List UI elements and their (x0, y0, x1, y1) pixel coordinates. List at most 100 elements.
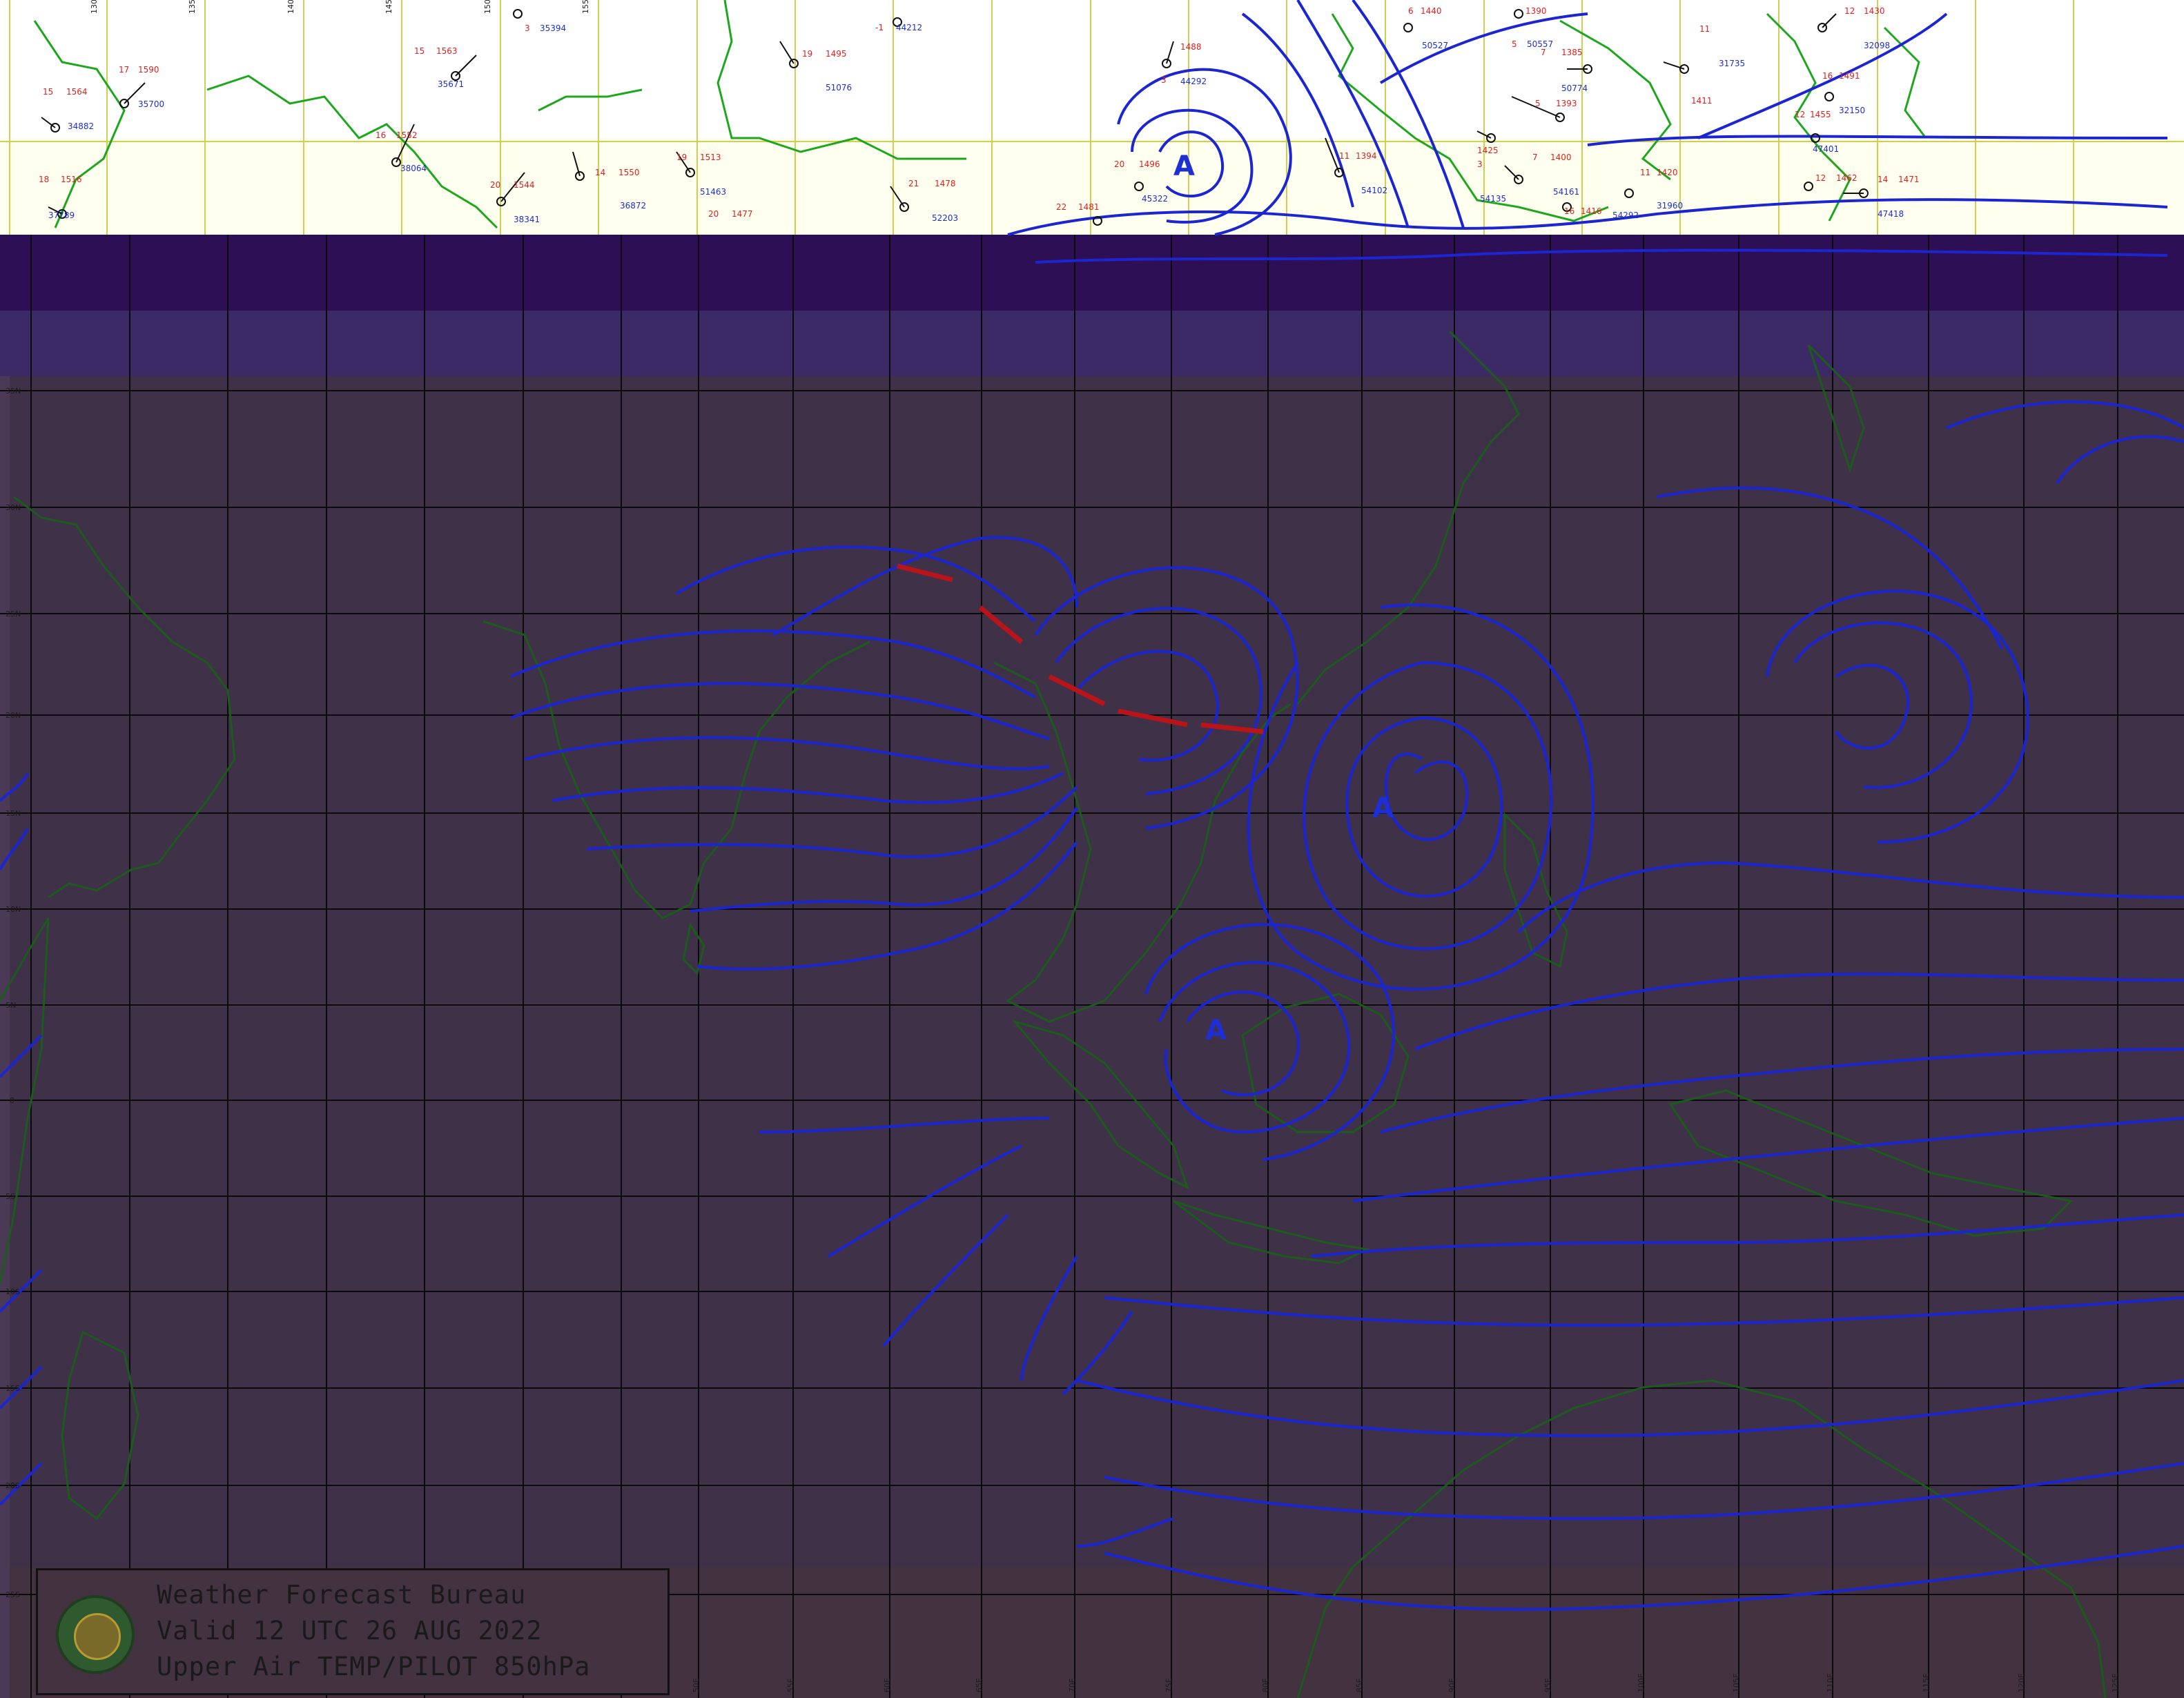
station-temp: 16 (1564, 206, 1574, 216)
station-temp: 20 (490, 180, 500, 190)
streamline (552, 772, 1064, 804)
streamline (524, 736, 1050, 770)
station-height: 1477 (732, 209, 753, 219)
station-temp: 6 (1408, 6, 1414, 16)
station-temp: 20 (708, 209, 719, 219)
lon-label: 155E (581, 0, 590, 14)
lat-label: 10N (6, 905, 21, 914)
station-id: 34882 (68, 121, 94, 131)
station-temp: 22 (1056, 202, 1066, 212)
station-id: 31960 (1657, 201, 1683, 211)
lat-label: 5S (6, 1192, 15, 1201)
streamline (1062, 1310, 1133, 1396)
station-height: 1385 (1561, 48, 1583, 57)
station-height: 1563 (436, 46, 458, 56)
lon-label: 120E (2017, 1673, 2026, 1692)
lat-label: 25S (6, 1590, 20, 1599)
station-id: 36872 (620, 201, 646, 211)
station-id: 51463 (700, 187, 726, 197)
streamline (1076, 1517, 1174, 1548)
streamline (1020, 1255, 1078, 1381)
streamline (1380, 1048, 2184, 1133)
streamline (759, 1117, 1050, 1133)
anticyclone-label: A (1205, 1015, 1227, 1046)
lat-label: 15S (6, 1384, 20, 1393)
streamline (827, 1144, 1022, 1258)
station-temp: 11 (1640, 168, 1650, 177)
station-id: 47401 (1813, 144, 1839, 154)
lon-label: 145E (384, 0, 393, 14)
lon-label: 80E (1261, 1678, 1270, 1692)
band-mid (0, 311, 2184, 376)
station-height: 1400 (1550, 153, 1572, 162)
station-id: 50527 (1422, 41, 1448, 50)
streamline (882, 1213, 1009, 1347)
station-height: 1455 (1810, 110, 1831, 119)
station-id: 54102 (1361, 186, 1387, 195)
streamline (1075, 650, 1219, 762)
station-temp: 11 (1699, 24, 1710, 34)
station-height: 1590 (138, 65, 159, 75)
station-id: 54292 (1612, 211, 1639, 220)
station-id: 47418 (1878, 209, 1904, 219)
lat-label: 35N (6, 387, 21, 396)
station-temp: 16 (376, 130, 386, 140)
streamline (1345, 716, 1503, 898)
station-temp: 3 (1477, 159, 1483, 169)
lon-label: 135E (188, 0, 197, 14)
legend-valid-time: Valid 12 UTC 26 AUG 2022 (157, 1616, 543, 1646)
station-id: 35394 (540, 23, 566, 33)
lon-label: 55E (786, 1678, 795, 1692)
band-dark (0, 235, 2184, 311)
station-temp: 21 (908, 179, 919, 188)
lat-label: 20N (6, 711, 21, 720)
station-id: 38341 (514, 215, 540, 224)
station-id: 50774 (1561, 84, 1588, 93)
lon-label: 65E (975, 1678, 984, 1692)
streamline (586, 785, 1078, 859)
streamline (1055, 607, 1262, 795)
legend-product: Upper Air TEMP/PILOT 850hPa (157, 1652, 591, 1681)
station-height: 1488 (1180, 42, 1202, 52)
station-height: 1393 (1556, 99, 1577, 108)
station-id: 44292 (1180, 77, 1207, 86)
coastline-philippines (1503, 812, 1568, 968)
station-temp: 17 (119, 65, 129, 75)
station-height: 1552 (396, 130, 418, 140)
legend-box: Weather Forecast Bureau Valid 12 UTC 26 … (36, 1568, 670, 1695)
streamline (2056, 435, 2184, 485)
streamline (1656, 486, 2003, 650)
lat-label: 20S (6, 1481, 20, 1490)
streamline (1186, 990, 1300, 1097)
station-height: 1491 (1839, 71, 1860, 81)
legend-title: Weather Forecast Bureau (157, 1580, 527, 1610)
streamline (1158, 961, 1351, 1134)
streamline (1793, 621, 1973, 789)
station-temp: 5 (1535, 99, 1541, 108)
station-height: 1430 (1864, 6, 1885, 16)
station-temp: 7 (1532, 153, 1538, 162)
station-id: 35671 (438, 79, 464, 89)
coastline-new-guinea (1668, 1089, 2074, 1237)
lon-label: 115E (1922, 1673, 1931, 1692)
coastline-sumatra (1011, 1019, 1189, 1189)
station-height: 1513 (700, 153, 721, 162)
station-id: 44212 (896, 23, 922, 32)
station-temp: 15 (43, 87, 53, 97)
station-temp: 12 (1815, 173, 1826, 183)
station-temp: 15 (414, 46, 425, 56)
lon-label: 110E (1826, 1673, 1835, 1692)
lon-label: 140E (286, 0, 295, 14)
station-temp: 12 (1844, 6, 1855, 16)
lat-label: 30N (6, 503, 21, 512)
lat-label: 25N (6, 609, 21, 618)
streamline (1414, 973, 2184, 1051)
graticule (0, 235, 2184, 1698)
streamline (1946, 400, 2184, 429)
streamline (1766, 589, 2029, 843)
station-id: 32098 (1864, 41, 1890, 50)
lon-label: 105E (1732, 1673, 1741, 1692)
station-height: 1471 (1898, 175, 1920, 184)
streamline (1352, 1117, 2184, 1202)
station-id: 35700 (138, 99, 164, 109)
